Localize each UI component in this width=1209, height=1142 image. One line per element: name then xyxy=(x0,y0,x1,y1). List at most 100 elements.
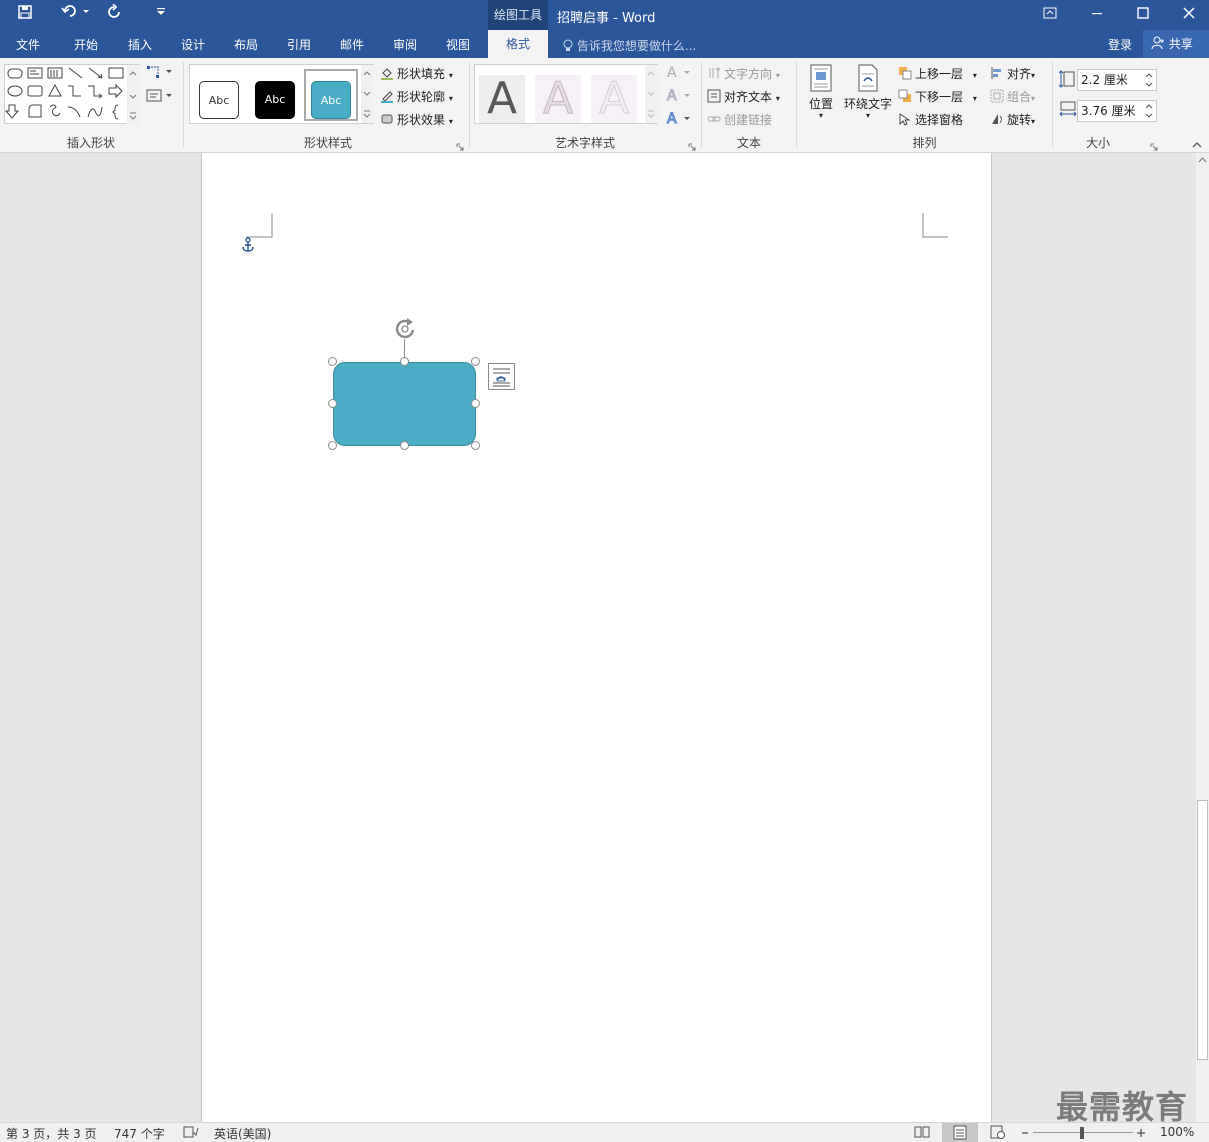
language-indicator[interactable]: 英语(美国) xyxy=(214,1125,271,1142)
tell-me-text: 告诉我您想要做什么... xyxy=(576,39,697,53)
watermark-text: 最需教育 xyxy=(1056,1088,1189,1126)
shape-outline-button[interactable]: 形状轮廓 ▾ xyxy=(380,88,453,105)
read-mode-icon[interactable] xyxy=(914,1125,930,1142)
shape-styles-gallery[interactable]: Abc Abc Abc xyxy=(189,64,374,124)
web-layout-icon[interactable] xyxy=(990,1125,1006,1142)
zoom-slider-thumb[interactable] xyxy=(1080,1127,1084,1139)
position-button[interactable]: 位置 ▾ xyxy=(805,64,837,120)
wordart-sample-dark[interactable]: A xyxy=(479,75,525,123)
resize-handle-se[interactable] xyxy=(471,441,480,450)
resize-handle-nw[interactable] xyxy=(328,357,337,366)
dialog-launcher-icon[interactable] xyxy=(688,140,696,154)
tab-mailings[interactable]: 邮件 xyxy=(340,36,364,53)
save-icon[interactable] xyxy=(14,4,36,26)
align-text-button[interactable]: 对齐文本 ▾ xyxy=(707,88,780,105)
pen-icon xyxy=(381,91,393,103)
scroll-up-icon[interactable] xyxy=(1196,153,1209,167)
edit-shape-icon[interactable] xyxy=(146,64,174,83)
text-effects-icon[interactable]: A xyxy=(666,111,694,130)
selected-shape-container[interactable] xyxy=(328,357,480,450)
share-button[interactable]: 共享 xyxy=(1143,30,1209,58)
group-icon xyxy=(990,89,1004,103)
layout-options-button[interactable] xyxy=(488,363,515,390)
anchor-icon xyxy=(241,237,255,256)
height-input[interactable]: 2.2 厘米 xyxy=(1077,69,1157,91)
wordart-gallery[interactable]: A A A xyxy=(474,64,658,124)
print-layout-icon[interactable] xyxy=(942,1123,978,1142)
send-backward-button[interactable]: 下移一层 ▾ xyxy=(898,88,977,105)
person-icon xyxy=(1151,36,1169,51)
shape-effects-button[interactable]: 形状效果 ▾ xyxy=(380,111,453,128)
group-button[interactable]: 组合▾ xyxy=(990,88,1035,105)
rotate-handle-icon[interactable] xyxy=(393,317,419,344)
rotate-icon xyxy=(992,114,1002,124)
undo-icon[interactable] xyxy=(58,4,92,26)
gallery-scroll[interactable] xyxy=(645,65,658,123)
resize-handle-sw[interactable] xyxy=(328,441,337,450)
style-sample-dark[interactable]: Abc xyxy=(255,81,295,119)
tell-me-box[interactable]: 告诉我您想要做什么... xyxy=(563,37,696,54)
wrap-text-button[interactable]: 环绕文字 ▾ xyxy=(843,64,893,120)
resize-handle-n[interactable] xyxy=(400,357,409,366)
send-backward-icon xyxy=(898,89,911,102)
tab-design[interactable]: 设计 xyxy=(181,36,205,53)
word-count[interactable]: 747 个字 xyxy=(114,1125,165,1142)
style-sample-outline[interactable]: Abc xyxy=(199,81,239,119)
signin-link[interactable]: 登录 xyxy=(1108,36,1132,53)
rotate-button[interactable]: 旋转▾ xyxy=(990,111,1035,128)
tab-layout[interactable]: 布局 xyxy=(234,36,258,53)
tab-home[interactable]: 开始 xyxy=(74,36,98,53)
create-link-button[interactable]: 创建链接 xyxy=(707,111,772,128)
redo-icon[interactable] xyxy=(104,3,126,26)
text-outline-icon[interactable]: A xyxy=(666,88,694,107)
proofing-icon[interactable] xyxy=(183,1125,199,1142)
resize-handle-w[interactable] xyxy=(328,399,337,408)
dialog-launcher-icon[interactable] xyxy=(456,140,464,154)
resize-handle-e[interactable] xyxy=(471,399,480,408)
customize-qat-icon[interactable] xyxy=(150,4,172,26)
wordart-sample-light[interactable]: A xyxy=(591,74,637,123)
document-page[interactable] xyxy=(201,153,992,1122)
text-box-icon[interactable] xyxy=(146,88,174,107)
group-label-size: 大小 xyxy=(1085,136,1110,150)
resize-handle-ne[interactable] xyxy=(471,357,480,366)
tab-view[interactable]: 视图 xyxy=(446,36,470,53)
layout-options-icon xyxy=(493,368,510,387)
context-label-drawing-tools: 绘图工具 xyxy=(488,0,548,30)
shape-fill-button[interactable]: 形状填充 ▾ xyxy=(380,65,453,82)
vertical-scroll-thumb[interactable] xyxy=(1197,800,1208,1060)
title-bar: 绘图工具 招聘启事 - Word xyxy=(0,0,1209,30)
spin-arrows-icon[interactable] xyxy=(1145,102,1153,120)
width-input[interactable]: 3.76 厘米 xyxy=(1077,100,1157,122)
tab-format[interactable]: 格式 xyxy=(488,30,548,58)
tab-insert[interactable]: 插入 xyxy=(128,36,152,53)
tab-file[interactable]: 文件 xyxy=(16,36,40,53)
shapes-gallery[interactable] xyxy=(4,64,140,125)
dialog-launcher-icon[interactable] xyxy=(1150,140,1158,154)
bring-forward-button[interactable]: 上移一层 ▾ xyxy=(898,65,977,82)
page-count[interactable]: 第 3 页，共 3 页 xyxy=(6,1125,97,1142)
text-direction-button[interactable]: 文字方向 ▾ xyxy=(707,65,780,82)
align-label: 对齐 xyxy=(1007,67,1032,81)
svg-text:A: A xyxy=(667,65,677,81)
selection-pane-button[interactable]: 选择窗格 xyxy=(898,111,963,128)
margin-corner-top-left xyxy=(246,213,273,238)
style-sample-accent[interactable]: Abc xyxy=(311,81,351,119)
resize-handle-s[interactable] xyxy=(400,441,409,450)
wordart-sample-outline[interactable]: A xyxy=(535,74,581,123)
zoom-out-icon[interactable] xyxy=(1020,1125,1030,1142)
collapse-ribbon-icon[interactable] xyxy=(1192,138,1202,152)
maximize-icon[interactable] xyxy=(1120,0,1166,30)
wrap-text-label: 环绕文字 xyxy=(843,97,892,111)
ribbon-display-options-icon[interactable] xyxy=(1027,0,1073,30)
position-label: 位置 xyxy=(808,97,833,111)
tab-references[interactable]: 引用 xyxy=(287,36,311,53)
tab-review[interactable]: 审阅 xyxy=(393,36,417,53)
minimize-icon[interactable] xyxy=(1074,0,1120,30)
gallery-scroll[interactable] xyxy=(361,65,374,123)
close-icon[interactable] xyxy=(1166,0,1209,30)
rounded-rectangle-shape[interactable] xyxy=(333,362,476,446)
text-fill-icon[interactable]: A xyxy=(666,65,694,84)
align-button[interactable]: 对齐▾ xyxy=(990,65,1035,82)
spin-arrows-icon[interactable] xyxy=(1145,71,1153,89)
